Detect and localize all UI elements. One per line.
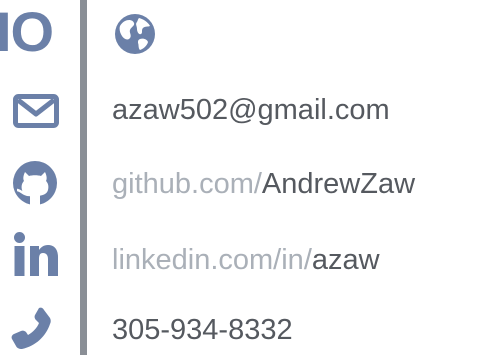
vertical-divider [80, 0, 87, 355]
github-prefix: github.com/ [112, 168, 262, 200]
phone-link[interactable]: 305-934-8332 [112, 312, 293, 348]
github-link[interactable]: github.com/AndrewZaw [112, 166, 415, 202]
email-link[interactable]: azaw502@gmail.com [112, 92, 390, 128]
linkedin-icon [14, 232, 58, 276]
envelope-icon [13, 94, 59, 128]
linkedin-link[interactable]: linkedin.com/in/azaw [112, 242, 380, 278]
globe-icon[interactable] [113, 12, 157, 56]
github-icon [11, 160, 59, 206]
linkedin-prefix: linkedin.com/in/ [112, 244, 312, 276]
github-handle: AndrewZaw [261, 168, 416, 200]
logo-text: IO [0, 0, 54, 63]
phone-icon [10, 306, 52, 350]
linkedin-handle: azaw [311, 244, 380, 276]
